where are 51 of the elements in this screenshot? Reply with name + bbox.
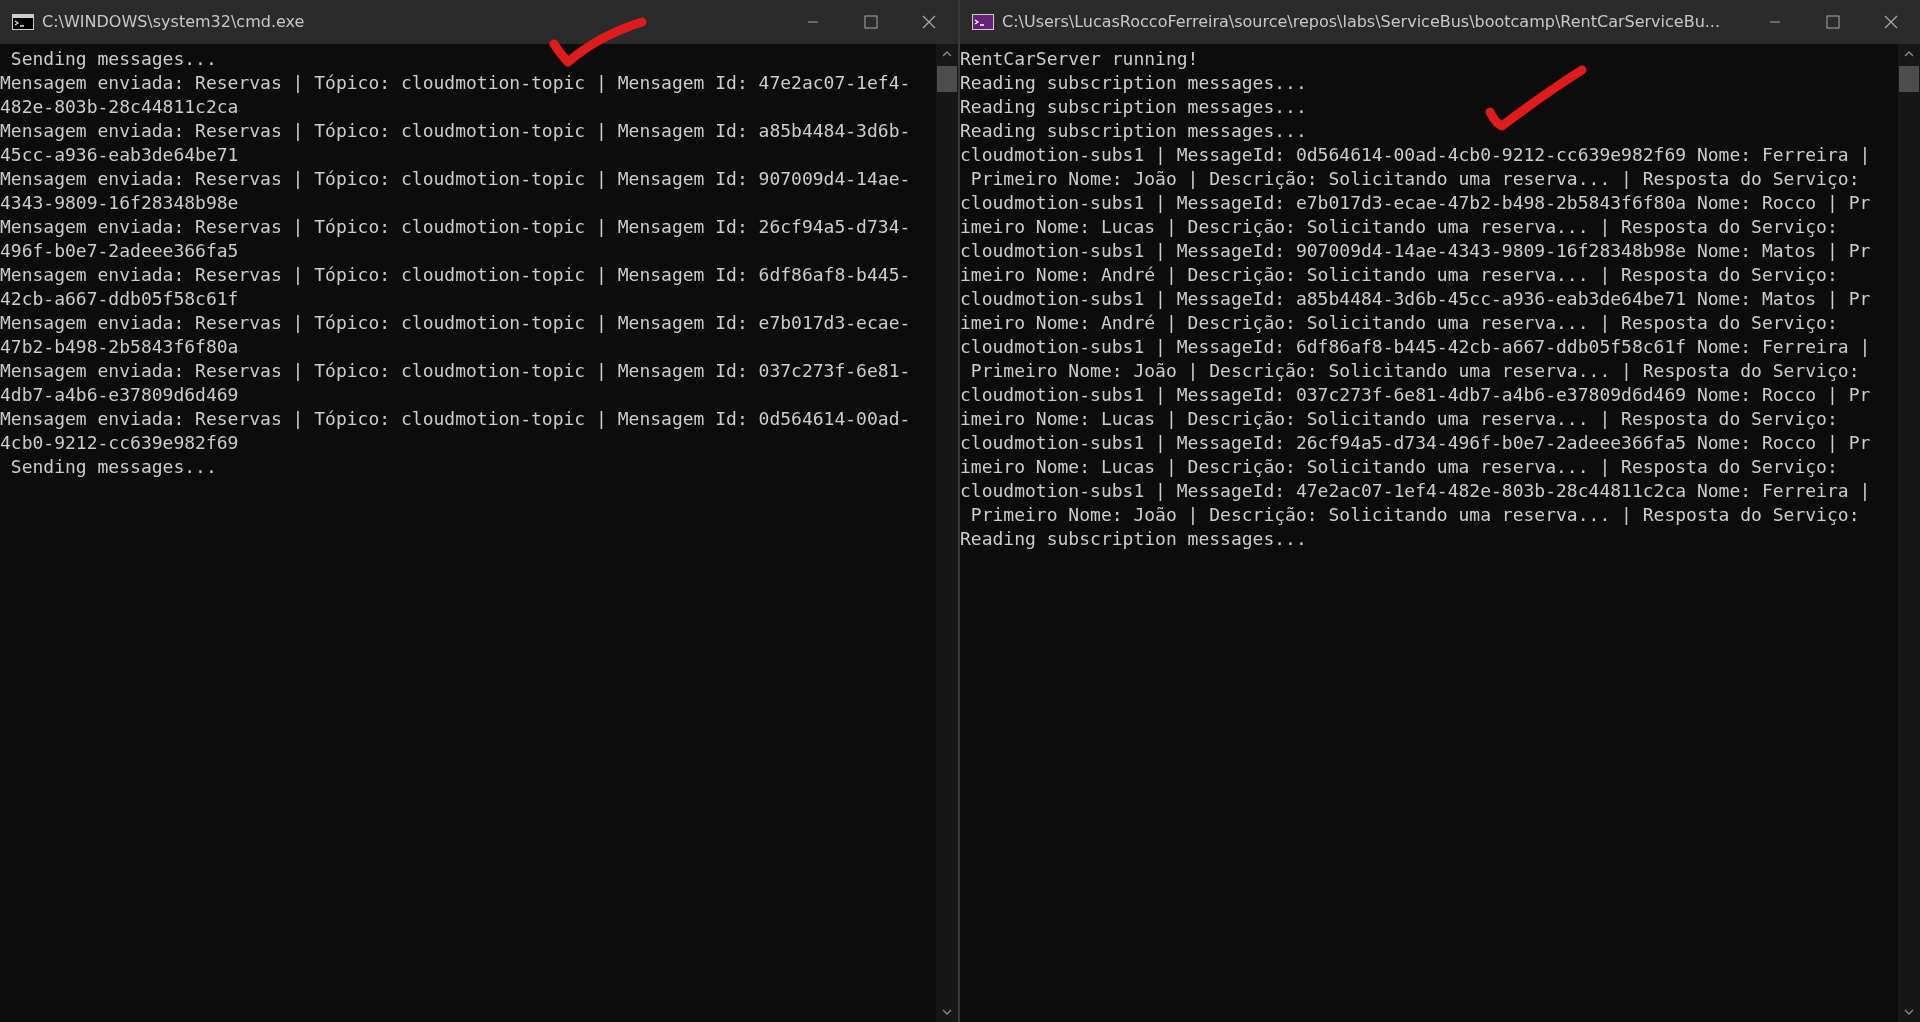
console-line: 42cb-a667-ddb05f58c61f bbox=[0, 287, 239, 311]
console-line: cloudmotion-subs1 | MessageId: 47e2ac07-1ef4-482e-803b-28c44811c2ca Nome: Ferreira | bbox=[960, 479, 1871, 503]
scroll-up-icon[interactable] bbox=[941, 50, 953, 58]
scroll-up-icon[interactable] bbox=[1903, 50, 1915, 58]
console-line: 45cc-a936-eab3de64be71 bbox=[0, 143, 239, 167]
scrollbar-thumb[interactable] bbox=[937, 66, 957, 92]
console-line: 47b2-b498-2b5843f6f80a bbox=[0, 335, 239, 359]
console-icon bbox=[12, 14, 34, 30]
window-title: C:\WINDOWS\system32\cmd.exe bbox=[42, 11, 306, 33]
console-line: 482e-803b-28c44811c2ca bbox=[0, 95, 239, 119]
console-line: Reading subscription messages... bbox=[960, 527, 1307, 551]
scroll-down-icon[interactable] bbox=[941, 1008, 953, 1016]
scrollbar-thumb[interactable] bbox=[1899, 66, 1919, 92]
console-line: Sending messages... bbox=[9, 455, 217, 479]
console-line: Mensagem enviada: Reservas | Tópico: cloudmotion-topic | Mensagem Id: e7b017d3-ecae- bbox=[0, 311, 911, 335]
console-line: Reading subscription messages... bbox=[960, 119, 1307, 143]
console-line: cloudmotion-subs1 | MessageId: 6df86af8-b445-42cb-a667-ddb05f58c61f Nome: Ferreira | bbox=[960, 335, 1871, 359]
console-line: cloudmotion-subs1 | MessageId: 0d564614-00ad-4cb0-9212-cc639e982f69 Nome: Ferreira | bbox=[960, 143, 1871, 167]
console-line: 4cb0-9212-cc639e982f69 bbox=[0, 431, 239, 455]
console-line: Mensagem enviada: Reservas | Tópico: cloudmotion-topic | Mensagem Id: 907009d4-14ae- bbox=[0, 167, 911, 191]
console-line: cloudmotion-subs1 | MessageId: 907009d4-14ae-4343-9809-16f28348b98e Nome: Matos | Pr bbox=[960, 239, 1871, 263]
console-line: Reading subscription messages... bbox=[960, 71, 1307, 95]
console-line: 4db7-a4b6-e37809d6d469 bbox=[0, 383, 239, 407]
console-line: RentCarServer running! bbox=[960, 47, 1199, 71]
console-line: Mensagem enviada: Reservas | Tópico: cloudmotion-topic | Mensagem Id: 26cf94a5-d734- bbox=[0, 215, 911, 239]
console-line: Primeiro Nome: João | Descrição: Solicitando uma reserva... | Resposta do Serviço: bbox=[969, 167, 1860, 191]
console-line: imeiro Nome: Lucas | Descrição: Solicitando uma reserva... | Resposta do Serviço: bbox=[960, 455, 1838, 479]
console-line: Primeiro Nome: João | Descrição: Solicitando uma reserva... | Resposta do Serviço: bbox=[969, 503, 1860, 527]
console-line: Mensagem enviada: Reservas | Tópico: cloudmotion-topic | Mensagem Id: 037c273f-6e81- bbox=[0, 359, 911, 383]
console-line: Mensagem enviada: Reservas | Tópico: cloudmotion-topic | Mensagem Id: a85b4484-3d6b- bbox=[0, 119, 911, 143]
console-line: Mensagem enviada: Reservas | Tópico: cloudmotion-topic | Mensagem Id: 6df86af8-b445- bbox=[0, 263, 911, 287]
console-line: Sending messages... bbox=[9, 47, 217, 71]
console-line: imeiro Nome: André | Descrição: Solicitando uma reserva... | Resposta do Serviço: bbox=[960, 311, 1838, 335]
console-line: 496f-b0e7-2adeee366fa5 bbox=[0, 239, 239, 263]
console-line: imeiro Nome: André | Descrição: Solicitando uma reserva... | Resposta do Serviço: bbox=[960, 263, 1838, 287]
window-title: C:\Users\LucasRoccoFerreira\source\repos\labs\ServiceBus\bootcamp\RentCarServiceBu... bbox=[1002, 11, 1722, 33]
console-line: imeiro Nome: Lucas | Descrição: Solicitando uma reserva... | Resposta do Serviço: bbox=[960, 407, 1838, 431]
console-line: cloudmotion-subs1 | MessageId: e7b017d3-ecae-47b2-b498-2b5843f6f80a Nome: Rocco | Pr bbox=[960, 191, 1871, 215]
scrollbar[interactable] bbox=[936, 44, 958, 1022]
console-line: Primeiro Nome: João | Descrição: Solicitando uma reserva... | Resposta do Serviço: bbox=[969, 359, 1860, 383]
scroll-down-icon[interactable] bbox=[1903, 1008, 1915, 1016]
console-icon bbox=[972, 14, 994, 30]
console-line: Mensagem enviada: Reservas | Tópico: cloudmotion-topic | Mensagem Id: 47e2ac07-1ef4- bbox=[0, 71, 911, 95]
console-line: Mensagem enviada: Reservas | Tópico: cloudmotion-topic | Mensagem Id: 0d564614-00ad- bbox=[0, 407, 911, 431]
console-line: 4343-9809-16f28348b98e bbox=[0, 191, 239, 215]
console-line: cloudmotion-subs1 | MessageId: a85b4484-3d6b-45cc-a936-eab3de64be71 Nome: Matos | Pr bbox=[960, 287, 1871, 311]
console-line: imeiro Nome: Lucas | Descrição: Solicitando uma reserva... | Resposta do Serviço: bbox=[960, 215, 1838, 239]
scrollbar[interactable] bbox=[1898, 44, 1920, 1022]
console-line: cloudmotion-subs1 | MessageId: 037c273f-6e81-4db7-a4b6-e37809d6d469 Nome: Rocco | Pr bbox=[960, 383, 1871, 407]
console-line: cloudmotion-subs1 | MessageId: 26cf94a5-d734-496f-b0e7-2adeee366fa5 Nome: Rocco | Pr bbox=[960, 431, 1871, 455]
console-line: Reading subscription messages... bbox=[960, 95, 1307, 119]
